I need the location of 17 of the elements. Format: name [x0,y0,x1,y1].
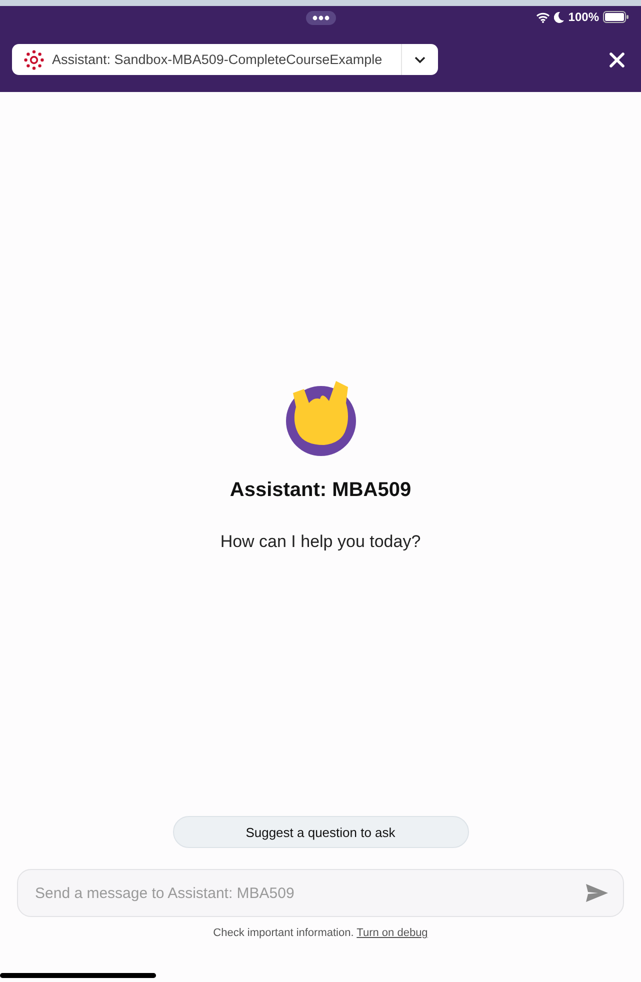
assistant-name: Assistant: Sandbox-MBA509-CompleteCourseExample [52,52,384,67]
disclaimer-text: Check important information. [213,927,354,939]
greeting-text: How can I help you today? [220,532,421,552]
assistant-selector[interactable]: Assistant: Sandbox-MBA509-CompleteCourseExample [12,44,438,75]
chevron-down-icon[interactable] [414,56,426,64]
wifi-icon [536,12,550,22]
message-field[interactable]: Send a message to Assistant: MBA509 [17,869,624,917]
logo-icon [24,50,44,70]
suggest-question-button[interactable]: Suggest a question to ask [172,816,468,848]
debug-link[interactable]: Turn on debug [356,927,428,939]
send-icon[interactable] [586,884,608,902]
battery-percent: 100% [568,10,599,24]
assistant-title: Assistant: MBA509 [230,478,412,502]
moon-icon [554,12,564,22]
more-icon[interactable] [306,11,336,25]
close-icon[interactable] [609,52,625,68]
battery-icon [603,11,629,23]
